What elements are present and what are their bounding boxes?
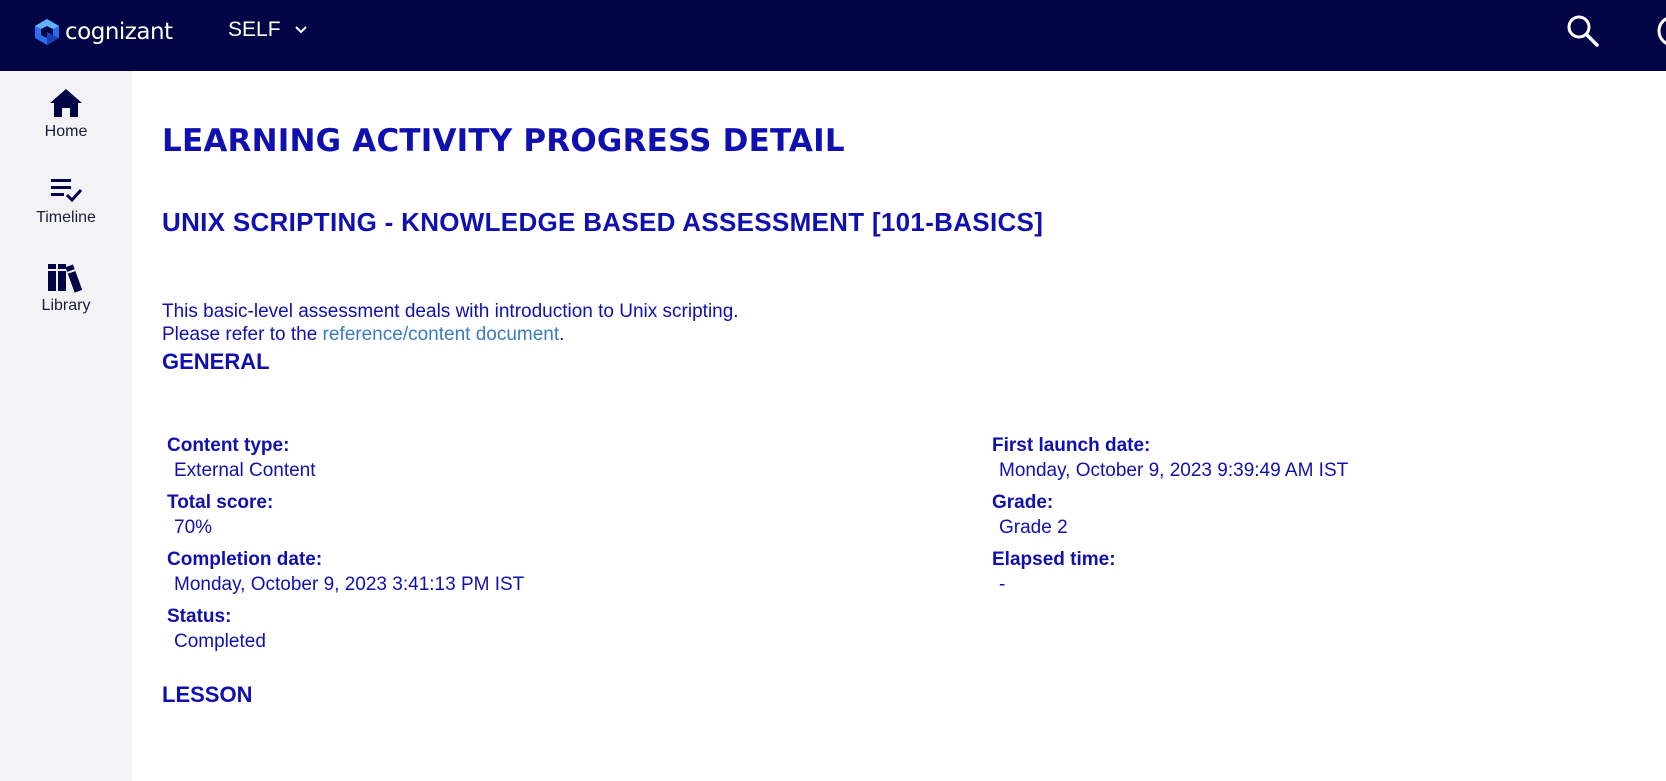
first-launch-date-field: First launch date: Monday, October 9, 20… [992, 435, 1348, 482]
context-label: SELF [228, 18, 281, 41]
search-icon[interactable] [1566, 14, 1600, 48]
field-value: - [999, 574, 1006, 595]
description-prefix: Please refer to the [162, 324, 323, 345]
logo-text: cognizant [65, 19, 173, 45]
sidebar-item-timeline[interactable]: Timeline [0, 175, 132, 227]
sidebar-item-library[interactable]: Library [0, 261, 132, 315]
field-value: Monday, October 9, 2023 9:39:49 AM IST [999, 460, 1349, 481]
description-suffix: . [559, 324, 565, 345]
general-section-title: GENERAL [162, 349, 270, 374]
page-title: LEARNING ACTIVITY PROGRESS DETAIL [162, 123, 845, 159]
sidebar-item-label: Timeline [36, 209, 96, 226]
field-label: Elapsed time: [992, 549, 1116, 570]
profile-icon[interactable] [1656, 14, 1666, 48]
context-selector[interactable]: SELF [228, 18, 309, 42]
sidebar-item-home[interactable]: Home [0, 87, 132, 141]
content-type-field: Content type: External Content [167, 435, 316, 482]
chevron-down-icon [294, 26, 307, 34]
total-score-field: Total score: 70% [167, 492, 273, 539]
course-title: UNIX SCRIPTING - KNOWLEDGE BASED ASSESSM… [162, 207, 1044, 237]
sidebar-item-label: Home [44, 123, 88, 140]
field-value: Completed [174, 631, 266, 652]
sidebar-item-label: Library [41, 297, 91, 314]
grade-field: Grade: Grade 2 [992, 492, 1068, 539]
cognizant-logo[interactable]: cognizant [32, 17, 173, 47]
status-field: Status: Completed [167, 606, 266, 653]
top-navigation-bar: cognizant SELF [0, 0, 1666, 71]
main-content: LEARNING ACTIVITY PROGRESS DETAIL UNIX S… [132, 71, 1666, 781]
field-value: External Content [174, 460, 316, 481]
description-line: Please refer to the reference/content do… [162, 323, 739, 346]
lesson-section-title: LESSON [162, 682, 253, 707]
library-icon [48, 264, 83, 293]
field-label: Completion date: [167, 549, 323, 570]
completion-date-field: Completion date: Monday, October 9, 2023… [167, 549, 524, 596]
field-label: First launch date: [992, 435, 1151, 456]
field-label: Total score: [167, 492, 274, 513]
description-line: This basic-level assessment deals with i… [162, 301, 739, 322]
field-label: Grade: [992, 492, 1054, 513]
field-value: 70% [174, 517, 213, 538]
field-value: Grade 2 [999, 517, 1068, 538]
cognizant-logo-icon [35, 19, 59, 45]
sidebar: Home Timeline Library [0, 71, 132, 781]
elapsed-time-field: Elapsed time: - [992, 549, 1116, 596]
home-icon [50, 89, 82, 117]
field-value: Monday, October 9, 2023 3:41:13 PM IST [174, 574, 525, 595]
reference-document-link[interactable]: reference/content document [323, 324, 560, 345]
field-label: Status: [167, 606, 232, 627]
timeline-icon [51, 179, 83, 203]
field-label: Content type: [167, 435, 290, 456]
course-description: This basic-level assessment deals with i… [162, 300, 739, 346]
